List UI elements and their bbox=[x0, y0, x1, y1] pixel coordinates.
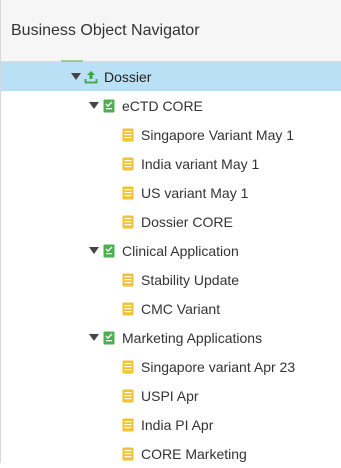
business-object-navigator-panel: Business Object Navigator Dossier eCTD C… bbox=[0, 0, 341, 463]
tree-leaf-singapore-variant-may-1[interactable]: Singapore Variant May 1 bbox=[1, 120, 341, 149]
tree-node-label: Singapore Variant May 1 bbox=[141, 126, 295, 143]
yellow-document-icon bbox=[121, 128, 135, 142]
tree-node-marketing-applications[interactable]: Marketing Applications bbox=[1, 323, 341, 352]
navigator-tree: Dossier eCTD CORE Singapore Variant May … bbox=[1, 62, 341, 468]
tree-leaf-us-variant-may-1[interactable]: US variant May 1 bbox=[1, 178, 341, 207]
tree-leaf-singapore-variant-apr-23[interactable]: Singapore variant Apr 23 bbox=[1, 352, 341, 381]
tree-node-label: Singapore variant Apr 23 bbox=[141, 358, 296, 375]
tree-node-label: Stability Update bbox=[141, 271, 240, 288]
panel-title: Business Object Navigator bbox=[11, 21, 200, 39]
yellow-document-icon bbox=[121, 447, 135, 461]
yellow-document-icon bbox=[121, 302, 135, 316]
tree-node-label: Dossier CORE bbox=[141, 213, 233, 230]
tree-leaf-india-pi-apr[interactable]: India PI Apr bbox=[1, 410, 341, 439]
tree-leaf-uspi-apr[interactable]: USPI Apr bbox=[1, 381, 341, 410]
yellow-document-icon bbox=[121, 186, 135, 200]
tree-node-label: USPI Apr bbox=[141, 387, 199, 404]
tree-node-label: India PI Apr bbox=[141, 416, 214, 433]
tree-leaf-cmc-variant[interactable]: CMC Variant bbox=[1, 294, 341, 323]
tree-leaf-core-marketing[interactable]: CORE Marketing bbox=[1, 439, 341, 468]
expand-caret-icon[interactable] bbox=[88, 100, 100, 112]
green-document-icon bbox=[102, 99, 116, 113]
tree-node-label: CMC Variant bbox=[141, 300, 221, 317]
tree-leaf-dossier-core[interactable]: Dossier CORE bbox=[1, 207, 341, 236]
tree-node-clinical-application[interactable]: Clinical Application bbox=[1, 236, 341, 265]
yellow-document-icon bbox=[121, 157, 135, 171]
tree-node-label: CORE Marketing bbox=[141, 445, 247, 462]
expand-caret-icon[interactable] bbox=[88, 332, 100, 344]
tree-node-label: US variant May 1 bbox=[141, 184, 249, 201]
tree-node-label: India variant May 1 bbox=[141, 155, 260, 172]
tree-leaf-stability-update[interactable]: Stability Update bbox=[1, 265, 341, 294]
tree-node-label: Clinical Application bbox=[122, 242, 239, 259]
yellow-document-icon bbox=[121, 389, 135, 403]
tree-node-ectd-core[interactable]: eCTD CORE bbox=[1, 91, 341, 120]
green-document-icon bbox=[102, 244, 116, 258]
yellow-document-icon bbox=[121, 418, 135, 432]
yellow-document-icon bbox=[121, 273, 135, 287]
yellow-document-icon bbox=[121, 360, 135, 374]
tree-leaf-india-variant-may-1[interactable]: India variant May 1 bbox=[1, 149, 341, 178]
expand-caret-icon[interactable] bbox=[70, 71, 82, 83]
expand-caret-icon[interactable] bbox=[88, 245, 100, 257]
panel-header: Business Object Navigator bbox=[1, 0, 341, 62]
yellow-document-icon bbox=[121, 215, 135, 229]
tree-node-dossier[interactable]: Dossier bbox=[1, 62, 341, 91]
tree-node-label: eCTD CORE bbox=[122, 97, 203, 114]
tree-node-label: Dossier bbox=[104, 68, 152, 85]
tree-node-label: Marketing Applications bbox=[122, 329, 263, 346]
upload-icon bbox=[84, 70, 98, 84]
green-document-icon bbox=[102, 331, 116, 345]
